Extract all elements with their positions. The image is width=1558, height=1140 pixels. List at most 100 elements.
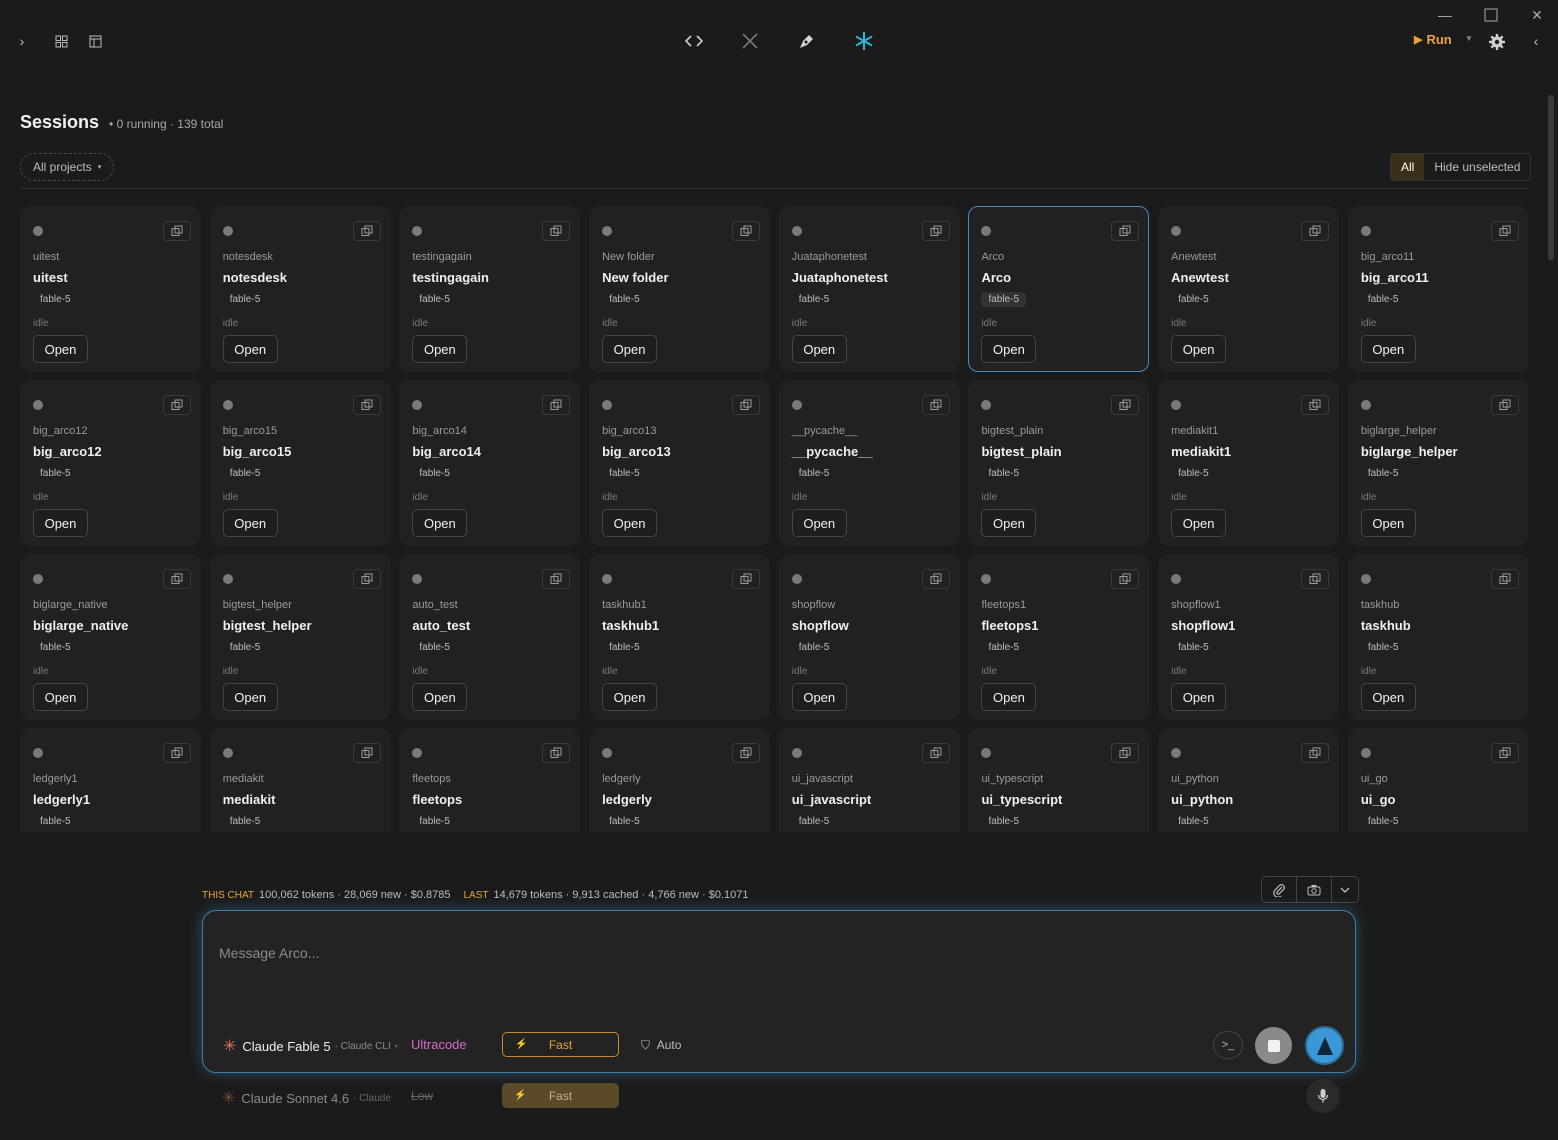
grid-icon[interactable] (53, 33, 69, 49)
session-card[interactable]: Juataphonetest Juataphonetest fable-5 idle O… (778, 206, 960, 372)
open-button[interactable]: Open (1360, 335, 1416, 363)
open-button[interactable]: Open (602, 683, 658, 711)
open-button[interactable]: Open (1360, 683, 1416, 711)
open-button[interactable]: Open (791, 335, 847, 363)
session-card[interactable]: auto_test auto_test fable-5 idle Open (399, 554, 581, 720)
filter-all-button[interactable]: All (1391, 154, 1425, 180)
duplicate-icon[interactable] (163, 569, 191, 589)
open-button[interactable]: Open (1171, 335, 1227, 363)
stop-button[interactable] (1255, 1027, 1292, 1064)
scrollbar[interactable] (1548, 95, 1554, 260)
session-card[interactable]: mediakitmediakitfable-5idleOpen (209, 728, 391, 832)
duplicate-icon[interactable] (1111, 569, 1140, 589)
snowflake-icon[interactable] (853, 30, 875, 52)
open-button[interactable]: Open (791, 683, 847, 711)
session-card[interactable]: taskhub1 taskhub1 fable-5 idle Open (589, 554, 771, 720)
chevron-right-icon[interactable]: › (14, 33, 30, 49)
duplicate-icon[interactable] (542, 569, 571, 589)
open-button[interactable]: Open (222, 683, 278, 711)
session-card[interactable]: shopflow shopflow fable-5 idle Open (778, 554, 960, 720)
session-card[interactable]: big_arco14 big_arco14 fable-5 idle Open (399, 380, 581, 546)
duplicate-icon[interactable] (732, 569, 761, 589)
duplicate-icon[interactable] (352, 221, 381, 241)
session-card[interactable]: ui_pythonui_pythonfable-5idleOpen (1158, 728, 1340, 832)
speed-toggle[interactable]: ⚡ Fast (502, 1032, 619, 1057)
close-icon[interactable]: ✕ (1522, 4, 1552, 26)
open-button[interactable]: Open (602, 509, 658, 537)
session-card[interactable]: New folder New folder fable-5 idle Open (589, 206, 771, 372)
session-card[interactable]: bigtest_plain bigtest_plain fable-5 idle Ope… (968, 380, 1150, 546)
model-selector[interactable]: ✳ Claude Fable 5 · Claude CLI ▾ (223, 1036, 398, 1056)
code-icon[interactable] (683, 31, 705, 51)
duplicate-icon[interactable] (1111, 221, 1140, 241)
open-button[interactable]: Open (1360, 509, 1416, 537)
secondary-model-selector[interactable]: ✳ Claude Sonnet 4.6 · Claude (222, 1088, 391, 1108)
duplicate-icon[interactable] (542, 743, 571, 763)
run-dropdown-icon[interactable]: ▼ (1465, 34, 1473, 43)
session-card[interactable]: biglarge_native biglarge_native fable-5 idl… (20, 554, 201, 720)
duplicate-icon[interactable] (921, 395, 950, 415)
duplicate-icon[interactable] (1490, 395, 1519, 415)
open-button[interactable]: Open (1171, 683, 1227, 711)
open-button[interactable]: Open (33, 335, 88, 363)
session-card[interactable]: __pycache__ __pycache__ fable-5 idle Open (778, 380, 960, 546)
session-card[interactable]: big_arco11 big_arco11 fable-5 idle Open (1347, 206, 1528, 372)
session-card[interactable]: Arco Arco fable-5 idle Open (968, 206, 1150, 372)
duplicate-icon[interactable] (1490, 221, 1519, 241)
send-button[interactable] (1305, 1026, 1344, 1065)
maximize-icon[interactable] (1476, 4, 1506, 26)
chevron-down-icon[interactable] (1332, 877, 1358, 902)
open-button[interactable]: Open (981, 509, 1037, 537)
open-button[interactable]: Open (33, 683, 88, 711)
duplicate-icon[interactable] (542, 395, 571, 415)
duplicate-icon[interactable] (1111, 395, 1140, 415)
open-button[interactable]: Open (222, 509, 278, 537)
session-card[interactable]: big_arco12 big_arco12 fable-5 idle Open (20, 380, 201, 546)
duplicate-icon[interactable] (163, 395, 191, 415)
duplicate-icon[interactable] (921, 221, 950, 241)
duplicate-icon[interactable] (163, 221, 191, 241)
open-button[interactable]: Open (222, 335, 278, 363)
open-button[interactable]: Open (791, 509, 847, 537)
session-card[interactable]: Anewtest Anewtest fable-5 idle Open (1158, 206, 1340, 372)
session-card[interactable]: fleetops1 fleetops1 fable-5 idle Open (968, 554, 1150, 720)
minimize-icon[interactable]: — (1430, 4, 1460, 26)
session-card[interactable]: shopflow1 shopflow1 fable-5 idle Open (1158, 554, 1340, 720)
attach-icon[interactable] (1262, 877, 1297, 902)
effort-selector[interactable]: Low (411, 1089, 433, 1103)
session-card[interactable]: biglarge_helper biglarge_helper fable-5 idl… (1347, 380, 1528, 546)
open-button[interactable]: Open (412, 509, 468, 537)
duplicate-icon[interactable] (352, 743, 381, 763)
mode-selector[interactable]: Ultracode (411, 1037, 467, 1052)
duplicate-icon[interactable] (352, 395, 381, 415)
feather-icon[interactable] (739, 30, 761, 52)
hide-unselected-button[interactable]: Hide unselected (1424, 154, 1530, 180)
session-card[interactable]: bigtest_helper bigtest_helper fable-5 idle O… (209, 554, 391, 720)
duplicate-icon[interactable] (542, 221, 571, 241)
open-button[interactable]: Open (412, 335, 468, 363)
duplicate-icon[interactable] (1490, 743, 1519, 763)
session-card[interactable]: mediakit1 mediakit1 fable-5 idle Open (1158, 380, 1340, 546)
duplicate-icon[interactable] (352, 569, 381, 589)
message-input[interactable]: Message Arco... (219, 945, 319, 961)
settings-icon[interactable] (1486, 31, 1508, 53)
session-card[interactable]: ui_typescriptui_typescriptfable-5idleOpe… (968, 728, 1150, 832)
layout-icon[interactable] (87, 33, 103, 49)
secondary-speed-toggle[interactable]: ⚡ Fast (502, 1083, 619, 1108)
open-button[interactable]: Open (981, 335, 1037, 363)
duplicate-icon[interactable] (1301, 743, 1330, 763)
session-card[interactable]: testingagain testingagain fable-5 idle Open (399, 206, 581, 372)
permission-selector[interactable]: ⛉ Auto (641, 1038, 681, 1053)
duplicate-icon[interactable] (1301, 569, 1330, 589)
duplicate-icon[interactable] (921, 569, 950, 589)
duplicate-icon[interactable] (732, 743, 761, 763)
session-card[interactable]: ui_goui_gofable-5idleOpen (1347, 728, 1528, 832)
microphone-button[interactable] (1306, 1079, 1340, 1113)
duplicate-icon[interactable] (1111, 743, 1140, 763)
duplicate-icon[interactable] (921, 743, 950, 763)
session-card[interactable]: ui_javascriptui_javascriptfable-5idleOpe… (778, 728, 960, 832)
open-button[interactable]: Open (412, 683, 468, 711)
terminal-icon[interactable]: >_ (1213, 1031, 1243, 1059)
open-button[interactable]: Open (602, 335, 658, 363)
session-card[interactable]: ledgerly1ledgerly1fable-5idleOpen (20, 728, 201, 832)
